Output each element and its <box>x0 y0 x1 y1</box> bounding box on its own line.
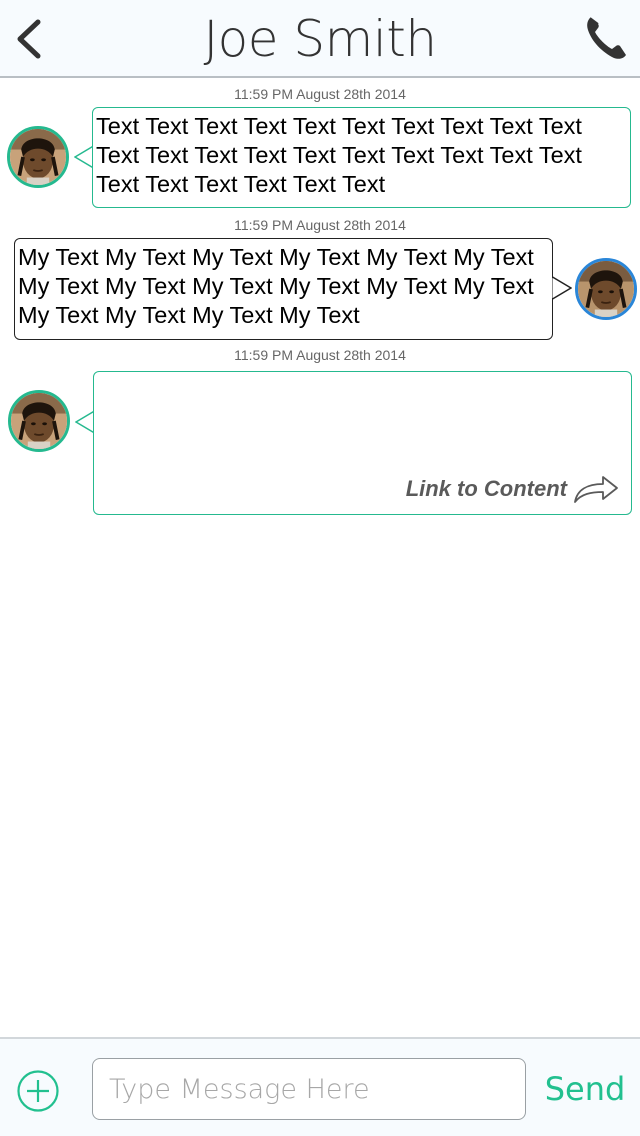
send-button[interactable]: Send <box>536 1065 634 1113</box>
avatar[interactable] <box>7 126 69 188</box>
message-composer: Send <box>0 1037 640 1136</box>
message-bubble-incoming[interactable]: Text Text Text Text Text Text Text Text … <box>92 107 631 208</box>
avatar[interactable] <box>575 258 637 320</box>
link-label: Link to Content <box>405 476 567 501</box>
avatar[interactable] <box>8 390 70 452</box>
share-arrow-icon <box>574 476 618 503</box>
link-to-content[interactable]: Link to Content <box>406 474 619 504</box>
call-button[interactable] <box>584 14 628 62</box>
message-text: My Text My Text My Text My Text My Text … <box>18 244 534 328</box>
page-title: Joe Smith <box>203 10 437 68</box>
contact-photo <box>10 129 66 185</box>
message-text: Text Text Text Text Text Text Text Text … <box>96 113 582 197</box>
nav-header: Joe Smith <box>0 0 640 78</box>
message-bubble-outgoing[interactable]: My Text My Text My Text My Text My Text … <box>14 238 553 340</box>
add-attachment-button[interactable] <box>16 1069 60 1113</box>
bubble-tail <box>74 145 94 169</box>
bubble-tail <box>552 276 572 300</box>
plus-circle-icon <box>17 1070 59 1112</box>
message-input[interactable] <box>92 1058 526 1120</box>
user-photo <box>578 261 634 317</box>
back-button[interactable] <box>12 14 48 64</box>
bubble-tail <box>75 410 95 434</box>
message-timestamp: 11:59 PM August 28th 2014 <box>234 86 406 102</box>
contact-photo <box>11 393 67 449</box>
message-bubble-link[interactable]: Link to Content <box>93 371 632 515</box>
message-timestamp: 11:59 PM August 28th 2014 <box>234 217 406 233</box>
message-timestamp: 11:59 PM August 28th 2014 <box>234 347 406 363</box>
phone-icon <box>587 17 626 59</box>
chevron-left-icon <box>17 19 41 59</box>
